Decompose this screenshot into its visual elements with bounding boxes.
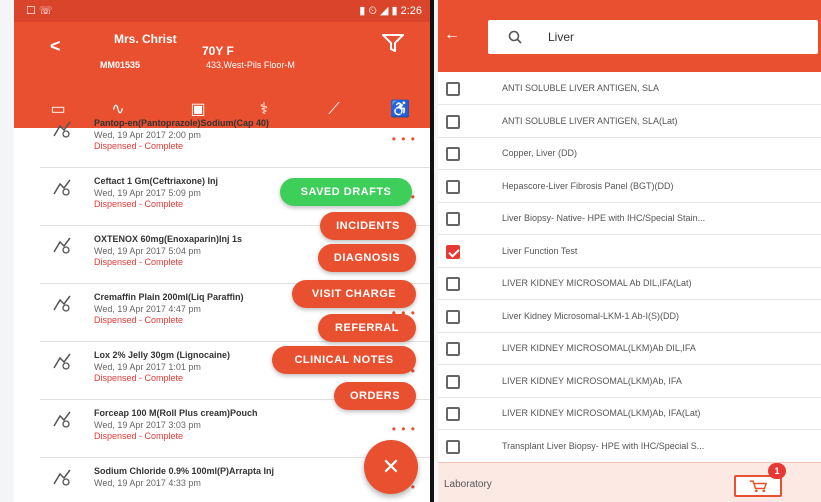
search-header: ← Liver	[438, 0, 821, 72]
search-icon	[508, 30, 522, 44]
result-row[interactable]: LIVER KIDNEY MICROSOMAL(LKM)Ab DIL,IFA	[438, 332, 821, 365]
order-status: Dispensed - Complete	[94, 373, 184, 383]
medicine-icon	[53, 353, 71, 370]
search-value: Liver	[548, 30, 575, 44]
order-list-item[interactable]: Pantop-en(Pantoprazole)Sodium(Cap 40) Wed…	[40, 110, 430, 168]
result-checkbox[interactable]	[446, 407, 460, 421]
patient-age-gender: 70Y F	[202, 44, 234, 58]
result-checkbox[interactable]	[446, 114, 460, 129]
patient-mrn: MM01535	[100, 60, 141, 70]
result-label: Liver Function Test	[502, 245, 578, 256]
action-clinical-notes-button[interactable]: CLINICAL NOTES	[272, 346, 416, 374]
result-checkbox[interactable]	[446, 147, 460, 161]
medicine-icon	[53, 411, 71, 428]
result-label: Transplant Liver Biopsy- HPE with IHC/Sp…	[502, 440, 705, 451]
result-checkbox[interactable]	[446, 212, 460, 226]
order-title: Forceap 100 M(Roll Plus cream)Pouch	[94, 408, 258, 418]
more-options-icon[interactable]: • • •	[392, 132, 416, 146]
result-checkbox[interactable]	[446, 439, 460, 454]
patient-location: 433,West-Pils Floor-M	[206, 60, 295, 70]
order-date: Wed, 19 Apr 2017 2:00 pm	[94, 130, 201, 140]
order-title: Cremaffin Plain 200ml(Liq Paraffin)	[94, 292, 244, 302]
order-title: OXTENOX 60mg(Enoxaparin)Inj 1s	[94, 234, 243, 244]
action-diagnosis-button[interactable]: DIAGNOSIS	[318, 244, 416, 272]
result-label: LIVER KIDNEY MICROSOMAL(LKM)Ab, IFA(Lat)	[502, 408, 701, 418]
order-date: Wed, 19 Apr 2017 3:03 pm	[94, 420, 201, 430]
close-fab-button[interactable]: ✕	[364, 440, 418, 494]
medicine-icon	[53, 179, 71, 196]
order-status: Dispensed - Complete	[94, 199, 184, 209]
search-input[interactable]: Liver	[488, 20, 818, 54]
result-label: LIVER KIDNEY MICROSOMAL(LKM)Ab, IFA	[502, 375, 682, 386]
result-checkbox[interactable]	[446, 342, 460, 356]
order-date: Wed, 19 Apr 2017 4:47 pm	[94, 304, 201, 314]
patient-orders-pane: ☐ ☏ ▮ ⏲ ◢ ▮ 2:26 < Mrs. Christ 70Y F MM0…	[14, 0, 434, 502]
result-label: LIVER KIDNEY MICROSOMAL Ab DIL,IFA(Lat)	[502, 278, 692, 288]
result-label: ANTI SOLUBLE LIVER ANTIGEN, SLA(Lat)	[502, 115, 678, 126]
order-date: Wed, 19 Apr 2017 1:01 pm	[94, 362, 201, 372]
filter-icon[interactable]	[382, 34, 404, 52]
status-left: ☐ ☏	[26, 5, 53, 17]
result-checkbox[interactable]	[446, 277, 460, 291]
result-checkbox[interactable]	[446, 82, 460, 96]
result-label: Copper, Liver (DD)	[502, 148, 578, 158]
result-label: LIVER KIDNEY MICROSOMAL(LKM)Ab DIL,IFA	[502, 343, 696, 353]
result-row[interactable]: Transplant Liver Biopsy- HPE with IHC/Sp…	[438, 430, 821, 463]
order-title: Sodium Chloride 0.9% 100ml(P)Arrapta Inj	[94, 466, 275, 476]
app-frame: ☐ ☏ ▮ ⏲ ◢ ▮ 2:26 < Mrs. Christ 70Y F MM0…	[14, 0, 821, 502]
medicine-icon	[53, 469, 71, 486]
result-label: Liver Biopsy- Native- HPE with IHC/Speci…	[502, 213, 706, 223]
action-orders-button[interactable]: ORDERS	[334, 382, 416, 410]
action-saved-drafts-button[interactable]: SAVED DRAFTS	[280, 178, 412, 206]
result-label: Liver Kidney Microsomal-LKM-1 Ab-I(S)(DD…	[502, 310, 680, 321]
medicine-icon	[53, 121, 71, 138]
result-row[interactable]: Liver Biopsy- Native- HPE with IHC/Speci…	[438, 202, 821, 235]
result-row[interactable]: LIVER KIDNEY MICROSOMAL(LKM)Ab, IFA	[438, 365, 821, 398]
result-row[interactable]: LIVER KIDNEY MICROSOMAL(LKM)Ab, IFA(Lat)	[438, 397, 821, 430]
footer-label: Laboratory	[444, 479, 492, 490]
result-label: Hepascore-Liver Fibrosis Panel (BGT)(DD)	[502, 180, 674, 191]
lab-search-pane: ← Liver ANTI SOLUBLE LIVER ANTIGEN, SLA A…	[438, 0, 821, 502]
result-row[interactable]: ANTI SOLUBLE LIVER ANTIGEN, SLA(Lat)	[438, 105, 821, 138]
order-title: Lox 2% Jelly 30gm (Lignocaine)	[94, 350, 231, 360]
footer-bar: Laboratory 1	[438, 462, 821, 502]
result-label: ANTI SOLUBLE LIVER ANTIGEN, SLA	[502, 83, 660, 93]
result-row[interactable]: ANTI SOLUBLE LIVER ANTIGEN, SLA	[438, 72, 821, 105]
medicine-icon	[53, 237, 71, 254]
result-checkbox[interactable]	[446, 374, 460, 389]
result-row[interactable]: Copper, Liver (DD)	[438, 137, 821, 170]
order-date: Wed, 19 Apr 2017 4:33 pm	[94, 478, 201, 488]
result-checkbox[interactable]	[446, 244, 460, 259]
patient-header: < Mrs. Christ 70Y F MM01535 433,West-Pil…	[14, 22, 430, 92]
cart-count-badge: 1	[768, 463, 786, 479]
order-status: Dispensed - Complete	[94, 257, 184, 267]
order-status: Dispensed - Complete	[94, 431, 184, 441]
result-row[interactable]: LIVER KIDNEY MICROSOMAL Ab DIL,IFA(Lat)	[438, 267, 821, 300]
order-status: Dispensed - Complete	[94, 141, 184, 151]
more-options-icon[interactable]: • • •	[392, 422, 416, 436]
medicine-icon	[53, 295, 71, 312]
status-bar: ☐ ☏ ▮ ⏲ ◢ ▮ 2:26	[14, 0, 430, 22]
order-status: Dispensed - Complete	[94, 315, 184, 325]
status-right: ▮ ⏲ ◢ ▮ 2:26	[359, 5, 422, 17]
order-date: Wed, 19 Apr 2017 5:04 pm	[94, 246, 201, 256]
back-arrow-icon[interactable]: ←	[444, 26, 460, 44]
result-row[interactable]: Liver Kidney Microsomal-LKM-1 Ab-I(S)(DD…	[438, 300, 821, 333]
action-incidents-button[interactable]: INCIDENTS	[320, 212, 416, 240]
result-row[interactable]: Hepascore-Liver Fibrosis Panel (BGT)(DD)	[438, 170, 821, 203]
order-title: Pantop-en(Pantoprazole)Sodium(Cap 40)	[94, 118, 270, 128]
action-referral-button[interactable]: REFERRAL	[318, 314, 416, 342]
back-arrow-icon[interactable]: <	[50, 36, 61, 57]
result-row[interactable]: Liver Function Test	[438, 235, 821, 268]
action-visit-charge-button[interactable]: VISIT CHARGE	[292, 280, 416, 308]
order-title: Ceftact 1 Gm(Ceftriaxone) Inj	[94, 176, 219, 186]
patient-name: Mrs. Christ	[114, 32, 177, 46]
order-date: Wed, 19 Apr 2017 5:09 pm	[94, 188, 201, 198]
result-checkbox[interactable]	[446, 309, 460, 324]
result-checkbox[interactable]	[446, 179, 460, 194]
